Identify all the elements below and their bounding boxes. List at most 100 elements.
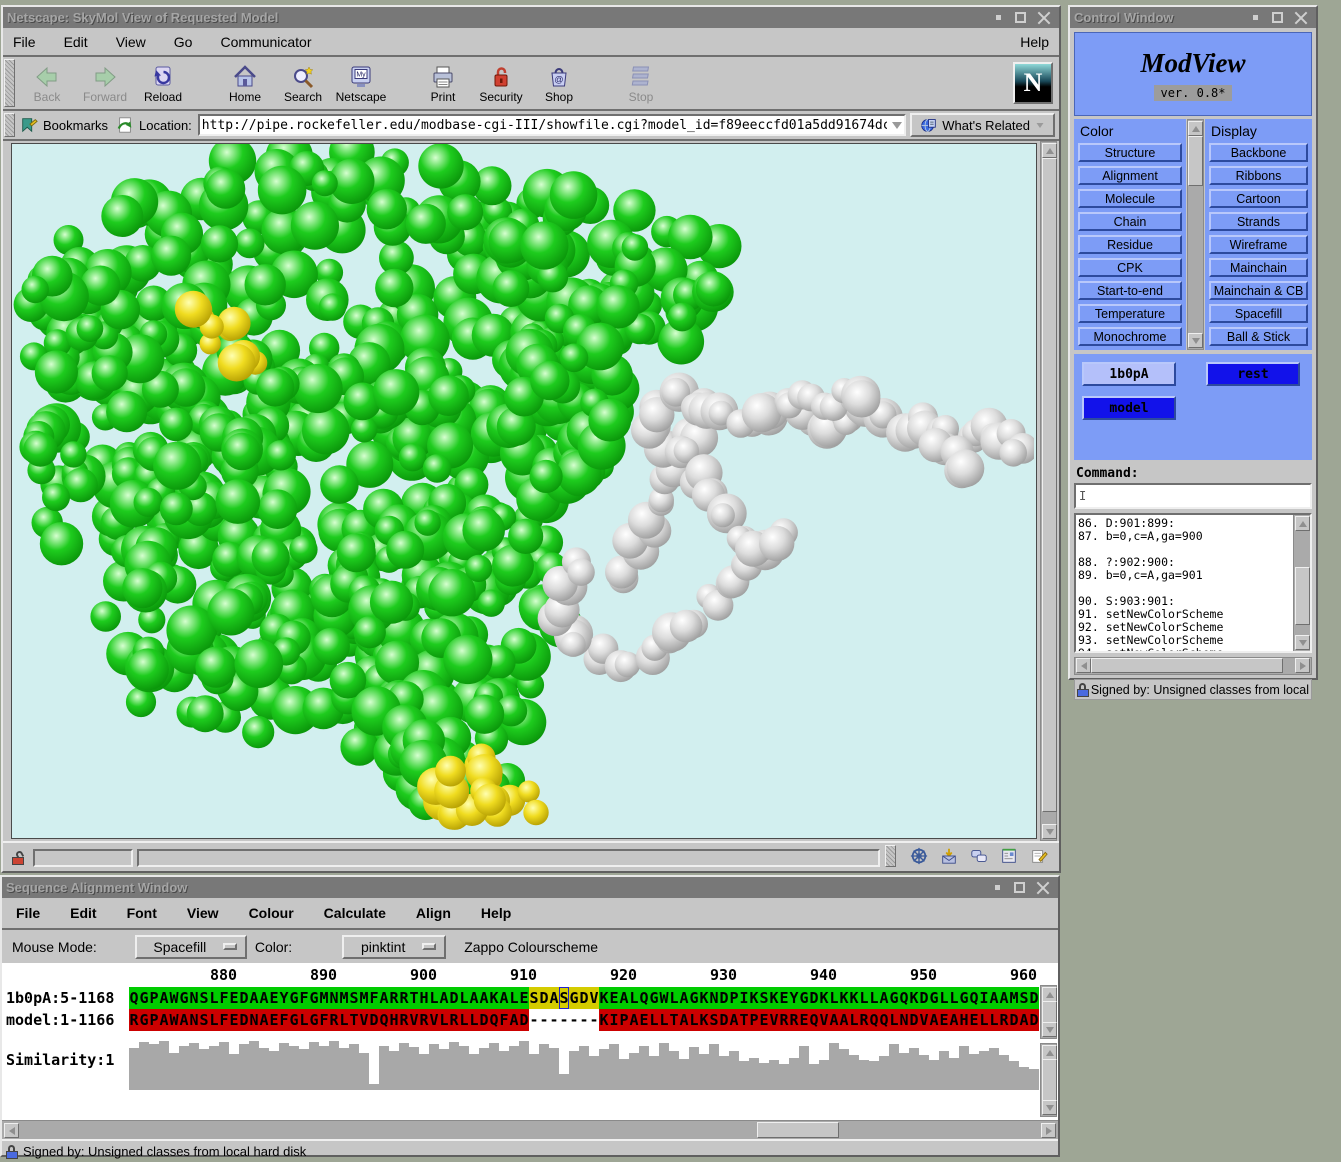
color-start-to-end-button[interactable]: Start-to-end [1078, 281, 1182, 300]
residue-cell[interactable]: D [719, 987, 729, 1009]
residue-cell[interactable]: D [909, 1009, 919, 1031]
scroll-right-icon[interactable] [1295, 658, 1310, 673]
selected-residue-box[interactable] [559, 987, 569, 1009]
residue-cell[interactable]: K [909, 987, 919, 1009]
residue-cell[interactable]: L [669, 987, 679, 1009]
residue-cell[interactable]: E [939, 1009, 949, 1031]
display-cartoon-button[interactable]: Cartoon [1209, 189, 1308, 208]
residue-cell[interactable]: L [509, 987, 519, 1009]
residue-cell[interactable]: T [349, 1009, 359, 1031]
scroll-left-icon[interactable] [4, 1123, 19, 1138]
scroll-up-icon[interactable] [1042, 1045, 1057, 1060]
residue-cell[interactable]: T [409, 987, 419, 1009]
residue-cell[interactable]: L [939, 987, 949, 1009]
residue-cell[interactable]: E [229, 987, 239, 1009]
residue-cell[interactable]: P [729, 987, 739, 1009]
residue-cell[interactable]: L [339, 1009, 349, 1031]
scroll-left-icon[interactable] [1076, 658, 1091, 673]
close-icon[interactable] [1036, 881, 1050, 895]
residue-cell[interactable]: D [239, 987, 249, 1009]
residue-cell[interactable]: G [929, 987, 939, 1009]
residue-cell[interactable]: V [359, 1009, 369, 1031]
columns-scroll-thumb[interactable] [1188, 136, 1203, 186]
similarity-vscrollbar[interactable] [1040, 1043, 1057, 1117]
menu-edit[interactable]: Edit [64, 34, 88, 50]
menu-align[interactable]: Align [416, 905, 451, 921]
sequence-cells-1[interactable]: QGPAWGNSLFEDAAEYGFGMNMSMFARRTHLADLAAKALE… [129, 987, 1039, 1009]
inbox-icon[interactable] [939, 847, 959, 870]
residue-cell[interactable]: A [159, 987, 169, 1009]
residue-cell[interactable]: A [929, 1009, 939, 1031]
maximize-icon[interactable] [1272, 12, 1283, 23]
residue-cell[interactable]: A [619, 987, 629, 1009]
residue-cell[interactable]: R [399, 1009, 409, 1031]
log-hscrollbar[interactable] [1074, 657, 1312, 675]
residue-cell[interactable]: F [219, 1009, 229, 1031]
residue-cell[interactable]: L [659, 1009, 669, 1031]
residue-cell[interactable]: K [819, 987, 829, 1009]
residue-cell[interactable]: E [609, 987, 619, 1009]
maximize-icon[interactable] [1014, 882, 1025, 893]
residue-cell[interactable]: K [699, 1009, 709, 1031]
residue-cell[interactable]: D [479, 1009, 489, 1031]
residue-cell[interactable]: A [679, 1009, 689, 1031]
residue-cell[interactable]: - [579, 1009, 589, 1031]
residue-cell[interactable]: A [999, 987, 1009, 1009]
residue-cell[interactable]: - [559, 1009, 569, 1031]
residue-cell[interactable]: Q [129, 987, 139, 1009]
print-button[interactable]: Print [414, 57, 472, 109]
residue-cell[interactable]: A [159, 1009, 169, 1031]
menu-help[interactable]: Help [1020, 34, 1049, 50]
residue-cell[interactable]: H [419, 987, 429, 1009]
residue-cell[interactable]: V [589, 987, 599, 1009]
sequence-cells-2[interactable]: RGPAWANSLFEDNAEFGLGFRLTVDQHRVRVLRLLDQFAD… [129, 1009, 1039, 1031]
residue-cell[interactable]: L [859, 987, 869, 1009]
scroll-up-icon[interactable] [1295, 516, 1310, 531]
maximize-icon[interactable] [1015, 12, 1026, 23]
scroll-down-icon[interactable] [1042, 1022, 1057, 1037]
residue-cell[interactable]: Q [809, 1009, 819, 1031]
residue-cell[interactable]: G [289, 987, 299, 1009]
residue-cell[interactable]: A [469, 987, 479, 1009]
residue-cell[interactable]: F [319, 1009, 329, 1031]
residue-cell[interactable]: D [239, 1009, 249, 1031]
residue-cell[interactable]: S [199, 1009, 209, 1031]
color-temperature-button[interactable]: Temperature [1078, 304, 1182, 323]
residue-cell[interactable]: N [249, 1009, 259, 1031]
residue-cell[interactable]: A [629, 1009, 639, 1031]
minimize-icon[interactable] [995, 885, 1000, 890]
security-button[interactable]: Security [472, 57, 530, 109]
chain-1b0pa-button[interactable]: 1b0pA [1082, 362, 1176, 386]
residue-cell[interactable]: D [1029, 987, 1039, 1009]
residue-cell[interactable]: D [919, 987, 929, 1009]
display-mainchain-cb-button[interactable]: Mainchain & CB [1209, 281, 1308, 300]
residue-cell[interactable]: Y [279, 987, 289, 1009]
residue-cell[interactable]: D [519, 1009, 529, 1031]
residue-cell[interactable]: A [249, 987, 259, 1009]
residue-cell[interactable]: R [779, 1009, 789, 1031]
residue-cell[interactable]: A [509, 1009, 519, 1031]
residue-cell[interactable]: Q [899, 987, 909, 1009]
display-spacefill-button[interactable]: Spacefill [1209, 304, 1308, 323]
residue-cell[interactable]: D [579, 987, 589, 1009]
residue-cell[interactable]: L [299, 1009, 309, 1031]
residue-cell[interactable]: L [429, 987, 439, 1009]
residue-cell[interactable]: E [759, 1009, 769, 1031]
residue-cell[interactable]: N [329, 987, 339, 1009]
residue-cell[interactable]: - [529, 1009, 539, 1031]
menu-view[interactable]: View [187, 905, 219, 921]
residue-cell[interactable]: I [739, 987, 749, 1009]
residue-cell[interactable]: Q [639, 987, 649, 1009]
shop-button[interactable]: @Shop [530, 57, 588, 109]
residue-cell[interactable]: Q [969, 987, 979, 1009]
residue-cell[interactable]: L [889, 1009, 899, 1031]
residue-cell[interactable]: E [229, 1009, 239, 1031]
display-strands-button[interactable]: Strands [1209, 212, 1308, 231]
residue-cell[interactable]: Y [789, 987, 799, 1009]
residue-cell[interactable]: F [299, 987, 309, 1009]
scroll-right-icon[interactable] [1041, 1123, 1056, 1138]
close-icon[interactable] [1037, 11, 1051, 25]
residue-cell[interactable]: A [1019, 1009, 1029, 1031]
residue-cell[interactable]: K [699, 987, 709, 1009]
residue-cell[interactable]: E [269, 1009, 279, 1031]
